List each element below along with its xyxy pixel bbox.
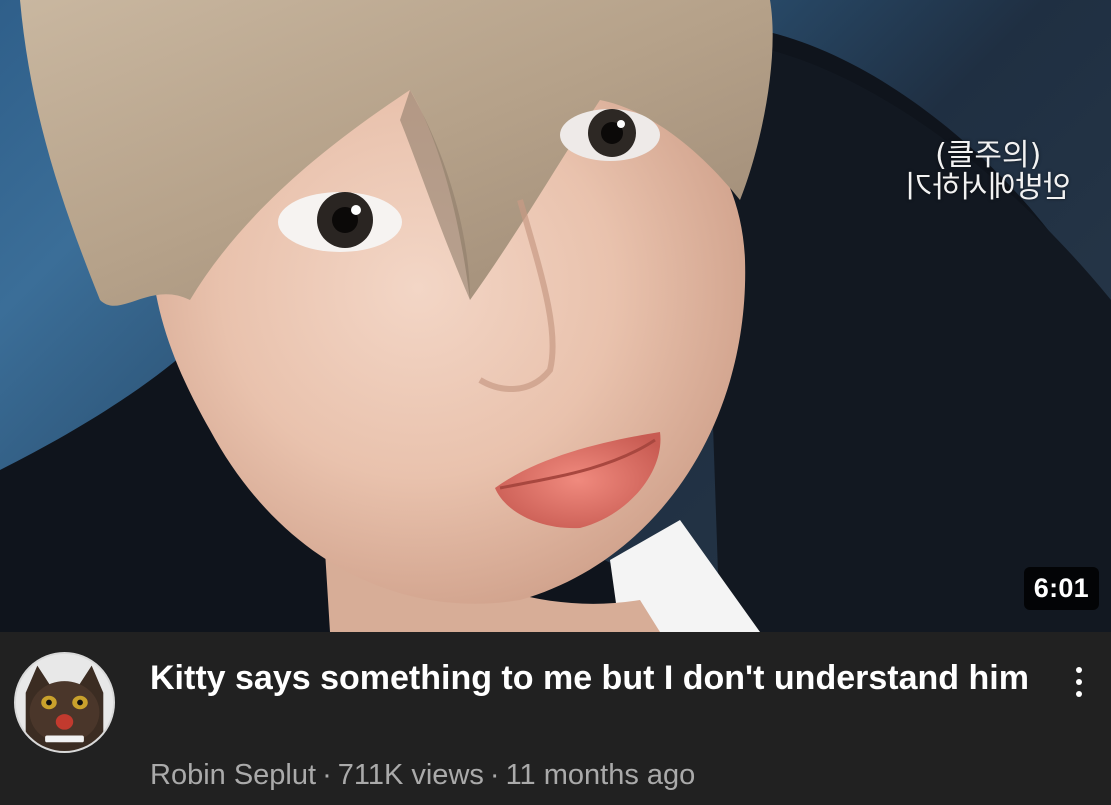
video-meta: Robin Seplut · 711K views · 11 months ago [150,759,695,792]
video-duration-badge: 6:01 [1023,567,1099,610]
menu-dot [1076,679,1082,685]
view-count: 711K views [337,759,484,791]
watermark-line-2: 안방에서하기 [905,169,1071,205]
meta-separator: · [489,759,500,791]
channel-name[interactable]: Robin Seplut [150,759,316,791]
watermark-line-1: (클주의) [935,138,1042,173]
more-vert-icon[interactable] [1062,660,1096,704]
upload-age: 11 months ago [505,759,696,791]
thumbnail-watermark: (클주의) 안방에서하기 [905,138,1071,205]
video-thumbnail[interactable]: (클주의) 안방에서하기 6:01 [0,0,1111,632]
channel-avatar[interactable] [14,652,115,753]
menu-dot [1076,667,1082,673]
video-title[interactable]: Kitty says something to me but I don't u… [150,656,1030,700]
video-info-row: Kitty says something to me but I don't u… [0,632,1111,805]
thumbnail-image [0,0,1111,632]
meta-separator: · [322,759,332,791]
cat-avatar-icon [16,654,113,751]
menu-dot [1076,691,1082,697]
